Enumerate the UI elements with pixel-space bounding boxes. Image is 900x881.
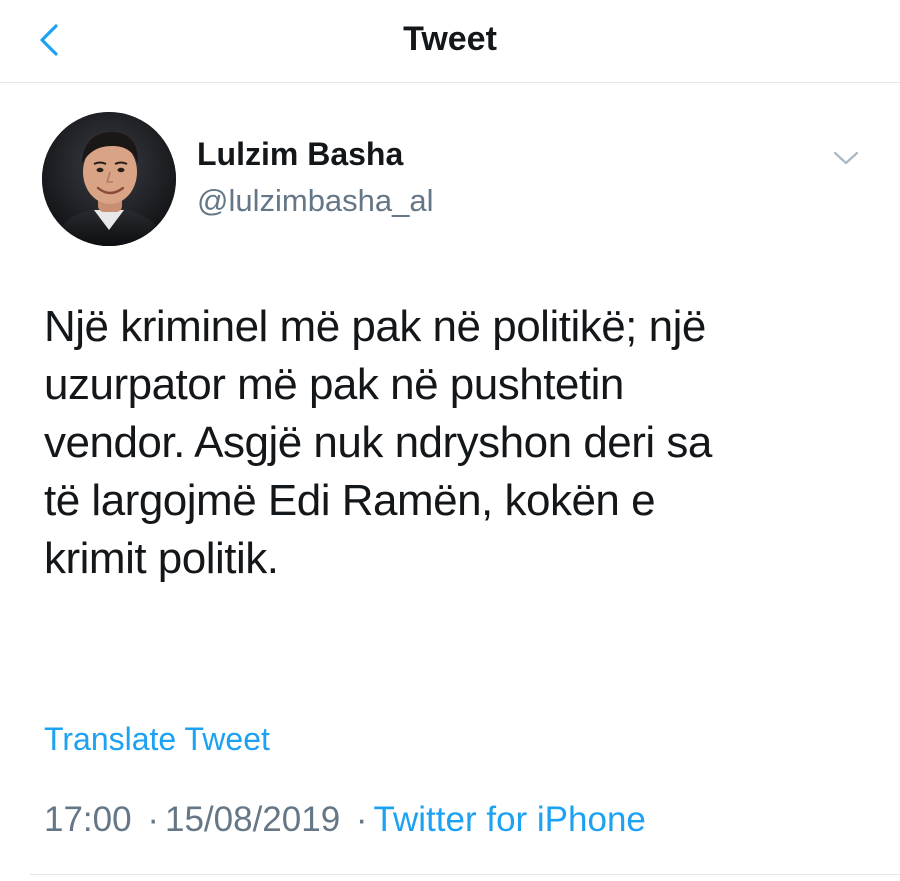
tweet-text-line: vendor. Asgjë nuk ndryshon deri sa (44, 418, 712, 467)
tweet-date: 15/08/2019 (164, 800, 341, 839)
avatar[interactable] (42, 112, 176, 246)
tweet-text-line: Një kriminel më pak në politikë; një (44, 302, 706, 351)
navigation-bar: Tweet (0, 0, 900, 83)
profile-photo (42, 112, 176, 246)
tweet-text-line: krimit politik. (44, 534, 279, 583)
author-handle[interactable]: @lulzimbasha_al (197, 181, 434, 221)
tweet-text-line: të largojmë Edi Ramën, kokën e (44, 476, 656, 525)
tweet-options-button[interactable] (826, 140, 866, 176)
divider (30, 874, 900, 875)
tweet-metadata: 17:00 · 15/08/2019 · Twitter for iPhone (44, 798, 646, 842)
chevron-down-icon (833, 151, 859, 165)
tweet-source-link[interactable]: Twitter for iPhone (374, 800, 646, 839)
translate-tweet-link[interactable]: Translate Tweet (44, 719, 270, 759)
tweet-time: 17:00 (44, 800, 132, 839)
page-title: Tweet (403, 20, 497, 58)
meta-separator: · (147, 800, 159, 839)
meta-separator: · (355, 800, 368, 839)
tweet-text: Një kriminel më pak në politikë; një uzu… (44, 298, 864, 588)
tweet-text-line: uzurpator më pak në pushtetin (44, 360, 624, 409)
author-name[interactable]: Lulzim Basha (197, 134, 403, 174)
